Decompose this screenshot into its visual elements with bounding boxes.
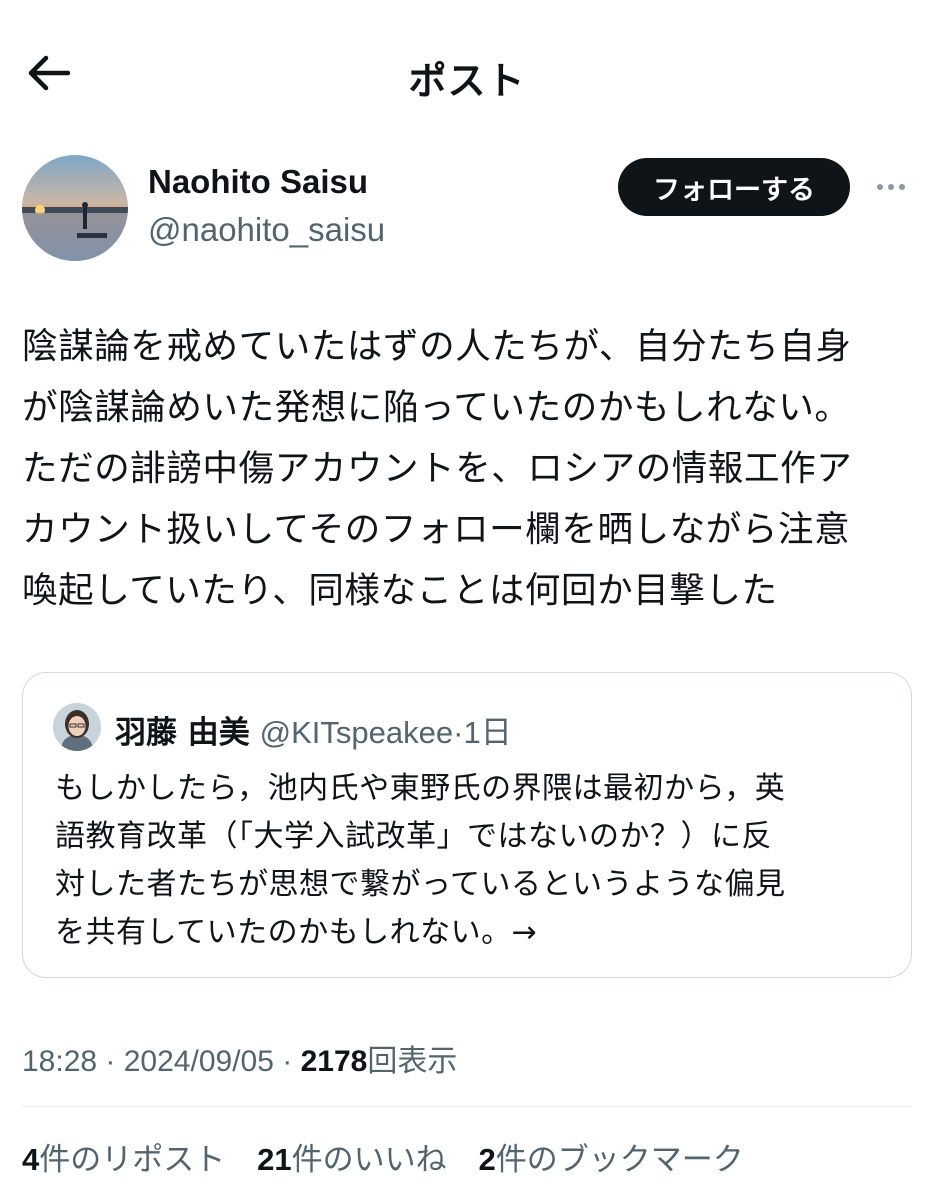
author-row: Naohito Saisu @naohito_saisu フォローする bbox=[22, 155, 912, 265]
author-handle[interactable]: @naohito_saisu bbox=[148, 211, 385, 249]
likes-count: 21 bbox=[257, 1142, 292, 1177]
more-dot bbox=[899, 184, 905, 190]
engagement-stats: 4件のリポスト 21件のいいね 2件のブックマーク bbox=[22, 1134, 766, 1179]
bookmarks-label: 件のブックマーク bbox=[495, 1142, 744, 1178]
divider bbox=[22, 1106, 912, 1107]
post-time[interactable]: 18:28 bbox=[22, 1045, 97, 1078]
post-text: 陰謀論を戒めていたはずの人たちが、自分たち自身 が陰謀論めいた発想に陥っていたの… bbox=[22, 326, 853, 611]
bookmarks-stat[interactable]: 2件のブックマーク bbox=[478, 1142, 743, 1178]
likes-label: 件のいいね bbox=[291, 1142, 447, 1178]
avatar[interactable] bbox=[22, 155, 128, 261]
quote-meta: 羽藤 由美 @KITspeakee·1日 bbox=[115, 707, 512, 752]
meta-separator: · bbox=[97, 1045, 124, 1078]
post-date[interactable]: 2024/09/05 bbox=[124, 1045, 274, 1078]
page-title: ポスト bbox=[408, 59, 526, 103]
meta-separator: · bbox=[273, 1045, 301, 1078]
reposts-label: 件のリポスト bbox=[39, 1142, 226, 1178]
more-horizontal-icon bbox=[877, 184, 883, 190]
views-count: 2178 bbox=[300, 1045, 368, 1078]
follow-button[interactable]: フォローする bbox=[618, 158, 850, 216]
bookmarks-count: 2 bbox=[478, 1142, 496, 1177]
likes-stat[interactable]: 21件のいいね bbox=[257, 1142, 446, 1178]
quote-author-name: 羽藤 由美 bbox=[115, 715, 250, 751]
more-button[interactable] bbox=[870, 169, 912, 205]
quote-separator: · bbox=[453, 715, 464, 750]
author-name[interactable]: Naohito Saisu bbox=[148, 163, 368, 201]
more-dot bbox=[888, 184, 894, 190]
reposts-stat[interactable]: 4件のリポスト bbox=[22, 1142, 225, 1178]
top-bar: ポスト bbox=[0, 0, 934, 150]
quote-time: 1日 bbox=[463, 715, 512, 750]
views-label: 回表示 bbox=[367, 1045, 458, 1078]
quote-author-handle: @KITspeakee bbox=[259, 715, 454, 750]
quote-text: もしかしたら，池内氏や東野氏の界隈は最初から，英 語教育改革（「大学入試改革」で… bbox=[55, 771, 786, 950]
quote-avatar[interactable] bbox=[53, 703, 101, 751]
post-meta: 18:28 · 2024/09/05 · 2178回表示 bbox=[22, 1036, 457, 1080]
quoted-post[interactable]: 羽藤 由美 @KITspeakee·1日 もしかしたら，池内氏や東野氏の界隈は最… bbox=[22, 672, 912, 978]
reposts-count: 4 bbox=[22, 1142, 40, 1177]
